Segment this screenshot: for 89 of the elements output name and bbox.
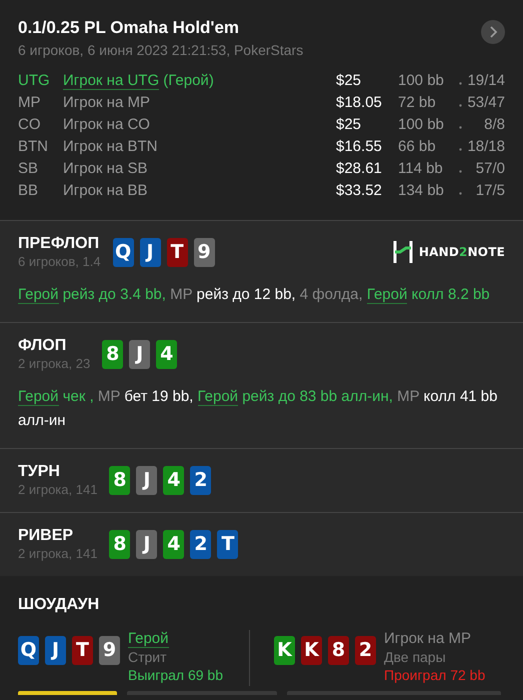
street-name: РИВЕР [18,527,74,545]
hand-result: Проиграл 72 bb [384,666,486,684]
playing-card: J [140,238,161,266]
position-label: UTG [18,71,51,91]
playing-card: T [72,636,93,665]
hero-link[interactable]: Герой [128,630,169,648]
separator-dot-icon [458,104,462,107]
stack-amount: $16.55 [336,137,383,157]
chevron-icon [488,26,498,38]
separator-dot-icon [458,192,462,195]
player-name: Игрок на BTN [63,137,158,157]
separator-dot-icon [458,148,462,151]
player-stats: 8/8 [483,115,505,135]
street-info: 2 игрока, 141 [18,546,98,561]
stack-bb: 72 bb [398,93,437,113]
stack-bb: 100 bb [398,71,445,91]
playing-card: 2 [355,636,376,665]
playing-card: Q [18,636,39,665]
section-title: ШОУДАУН [18,596,100,614]
playing-card: T [217,530,238,558]
stack-bb: 100 bb [398,115,445,135]
logo-text: HAND2NOTE [418,245,505,259]
street-name: ТУРН [18,463,61,481]
playing-card: 9 [194,238,215,266]
hero-link[interactable]: Герой [18,388,59,406]
stack-bb: 134 bb [398,181,445,201]
playing-card: K [274,636,295,665]
playing-card: Q [112,238,134,266]
player-name: Игрок на MP [63,93,151,113]
playing-card: J [45,636,66,665]
position-label: CO [18,115,42,135]
playing-card: 8 [102,340,124,368]
action-button[interactable] [18,691,117,695]
playing-card: 8 [109,530,130,558]
stack-amount: $33.52 [336,181,383,201]
playing-card: 4 [163,466,184,494]
hand-result: Выиграл 69 bb [128,666,223,684]
hero-link[interactable]: Герой [198,388,238,406]
player-link[interactable]: Игрок на UTG [63,72,160,90]
hand-title: 0.1/0.25 PL Omaha Hold'em [18,18,240,38]
stack-amount: $28.61 [336,159,383,179]
hand-subtitle: 6 игроков, 6 июня 2023 21:21:53, PokerStars [18,42,304,58]
player-stats: 53/47 [466,93,505,113]
stack-bb: 114 bb [398,159,444,179]
action-line: Герой рейз до 3.4 bb, MP рейз до 12 bb, 4 фолда, Герой колл 8.2 bb [18,285,491,306]
playing-card: K [301,636,322,665]
player-stats: 18/18 [466,137,505,157]
position-label: BB [18,181,40,201]
playing-card: 4 [163,530,184,558]
separator-dot-icon [458,170,462,173]
street-info: 2 игрока, 23 [18,356,90,371]
playing-card: 8 [328,636,349,665]
playing-card: 2 [190,466,212,494]
playing-card: 4 [156,340,178,368]
hand-rank: Две пары [384,648,447,666]
position-label: BTN [18,137,49,157]
street-info: 2 игрока, 141 [18,482,98,497]
playing-card: T [166,238,188,266]
position-label: SB [18,159,40,179]
player-stats: 57/0 [474,159,505,179]
player-name: Игрок на MP [384,630,472,648]
hero-link[interactable]: Герой [18,286,59,304]
separator-dot-icon [458,82,462,85]
stack-bb: 66 bb [398,137,437,157]
player-name: Игрок на BB [63,181,148,201]
playing-card: 9 [99,636,120,665]
next-button[interactable] [481,20,505,44]
street-name: ПРЕФЛОП [18,235,100,253]
stack-amount: $25 [336,71,362,91]
player-name: Игрок на UTG (Герой) [63,71,215,92]
playing-card: J [129,340,150,368]
logo-icon [392,241,413,263]
player-stats: 19/14 [466,71,505,91]
player-stats: 17/5 [474,181,505,201]
playing-card: 2 [190,530,212,558]
player-name: Игрок на CO [63,115,151,135]
hero-link[interactable]: Герой [366,286,408,304]
position-label: MP [18,93,42,113]
action-line: Герой чек , MP бет 19 bb, Герой рейз до 83 bb алл-ин, MP колл 41 bb алл-ин [18,387,498,431]
street-name: ФЛОП [18,337,68,355]
stack-amount: $25 [336,115,362,135]
street-info: 6 игроков, 1.4 [18,254,101,269]
playing-card: J [136,466,158,494]
playing-card: 8 [109,466,130,494]
separator-dot-icon [458,126,462,129]
stack-amount: $18.05 [336,93,383,113]
player-name: Игрок на SB [63,159,148,179]
hand-rank: Стрит [128,648,168,666]
playing-card: J [136,530,158,558]
